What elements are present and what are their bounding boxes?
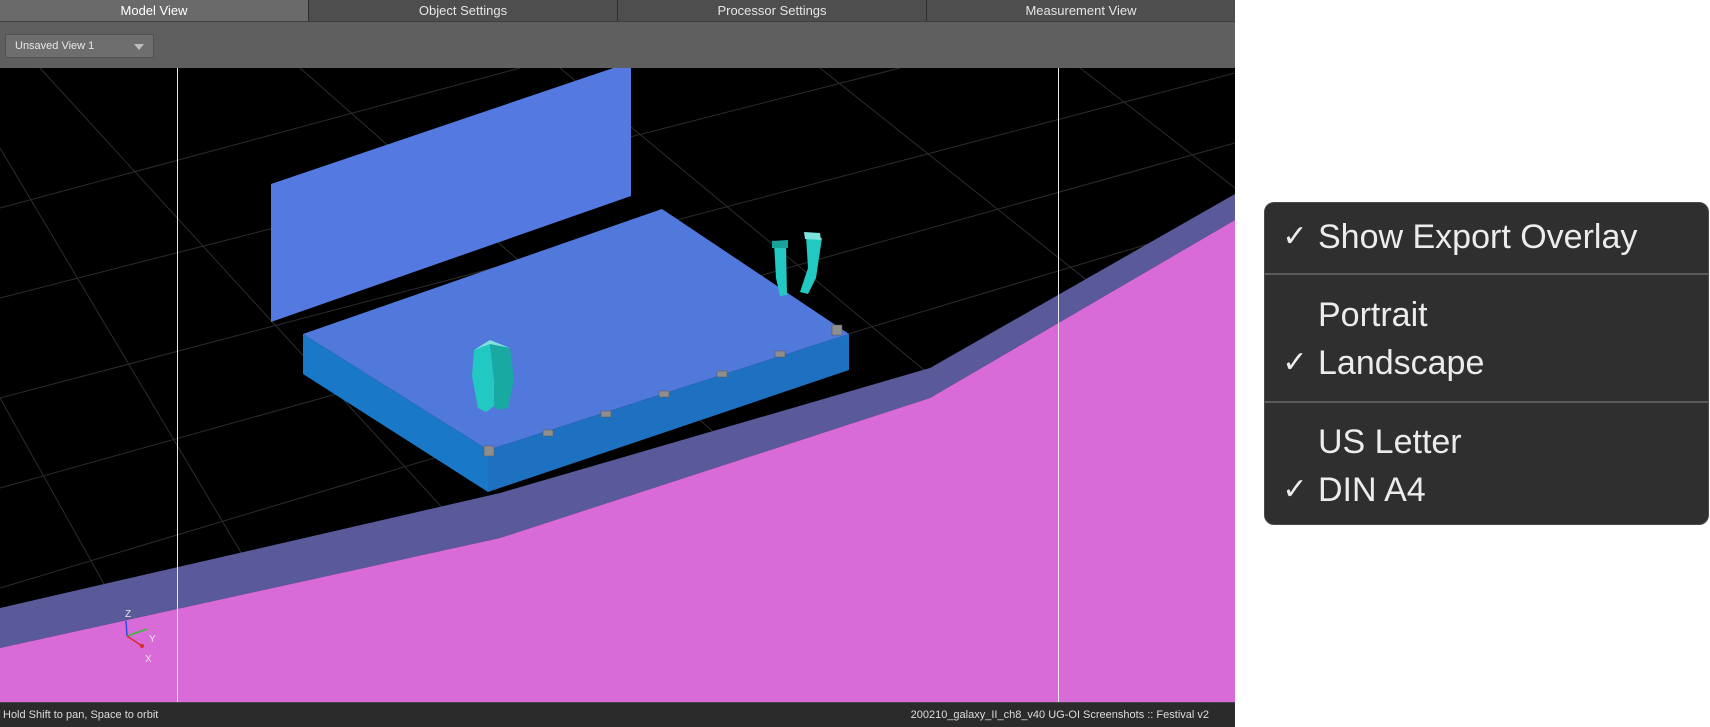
menu-separator: [1265, 273, 1708, 275]
app-window: Model View Object Settings Processor Set…: [0, 0, 1235, 727]
context-menu: ✓ Show Export Overlay Portrait ✓ Landsca…: [1264, 202, 1709, 525]
tab-model-view[interactable]: Model View: [0, 0, 308, 21]
tab-bar: Model View Object Settings Processor Set…: [0, 0, 1235, 21]
menu-item-landscape[interactable]: ✓ Landscape: [1265, 341, 1708, 385]
menu-item-label: Landscape: [1318, 344, 1485, 382]
menu-item-us-letter[interactable]: US Letter: [1265, 420, 1708, 464]
menu-item-label: DIN A4: [1318, 471, 1426, 509]
checkmark-icon: ✓: [1282, 219, 1308, 254]
tab-measurement-view[interactable]: Measurement View: [926, 0, 1235, 21]
axis-label-z: Z: [125, 609, 131, 620]
status-document-name: 200210_galaxy_II_ch8_v40 UG-OI Screensho…: [910, 709, 1209, 721]
axis-label-x: X: [145, 654, 152, 665]
menu-item-label: Portrait: [1318, 296, 1428, 334]
checkmark-icon: ✓: [1282, 345, 1308, 380]
tab-processor-settings[interactable]: Processor Settings: [617, 0, 926, 21]
menu-item-label: Show Export Overlay: [1318, 218, 1638, 256]
speaker-array-left: [472, 340, 514, 412]
menu-item-show-export-overlay[interactable]: ✓ Show Export Overlay: [1265, 215, 1708, 259]
checkmark-icon: ✓: [1282, 472, 1308, 507]
menu-item-din-a4[interactable]: ✓ DIN A4: [1265, 468, 1708, 512]
3d-viewport[interactable]: Z Y X: [0, 68, 1235, 702]
menu-item-portrait[interactable]: Portrait: [1265, 293, 1708, 337]
axis-label-y: Y: [149, 634, 156, 645]
toolbar: Unsaved View 1: [0, 21, 1235, 68]
view-select-value: Unsaved View 1: [15, 40, 95, 52]
status-hint: Hold Shift to pan, Space to orbit: [3, 709, 159, 721]
menu-item-label: US Letter: [1318, 423, 1462, 461]
chevron-down-icon: [134, 44, 144, 50]
tab-object-settings[interactable]: Object Settings: [308, 0, 617, 21]
view-select-dropdown[interactable]: Unsaved View 1: [5, 34, 154, 58]
menu-separator: [1265, 401, 1708, 403]
status-bar: Hold Shift to pan, Space to orbit 200210…: [0, 702, 1235, 727]
